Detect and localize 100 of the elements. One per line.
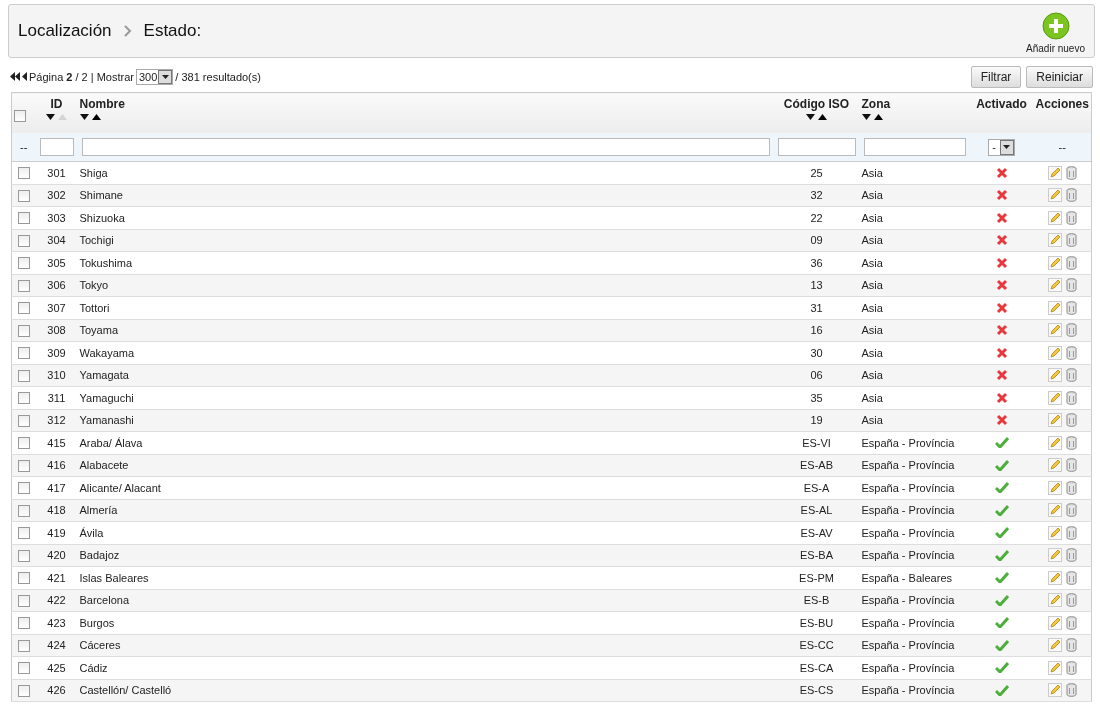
breadcrumb-item[interactable]: Localización [18, 21, 112, 41]
results-count: / 381 resultado(s) [175, 70, 261, 83]
zone-cell: Asia [861, 301, 883, 314]
name-cell: Tokushima [79, 256, 133, 269]
iso-code-cell: 22 [810, 211, 823, 224]
zone-cell: España - Província [861, 661, 955, 674]
zone-cell: España - Província [861, 594, 955, 607]
id-cell: 311 [47, 391, 66, 404]
id-cell: 421 [47, 571, 66, 584]
iso-code-cell: ES-VI [802, 436, 831, 449]
breadcrumb-item: Estado: [143, 21, 202, 41]
name-cell: Alabacete [79, 459, 129, 472]
column-header: Activado [975, 97, 1028, 111]
zone-cell: España - Província [861, 504, 955, 517]
iso-code-cell: 25 [810, 166, 823, 179]
zone-cell: Asia [861, 391, 883, 404]
iso-code-cell: 16 [810, 324, 823, 337]
iso-code-cell: ES-B [803, 594, 830, 607]
name-cell: Badajoz [79, 549, 120, 562]
zone-cell: Asia [861, 166, 883, 179]
name-cell: Cáceres [79, 639, 121, 652]
zone-cell: España - Província [861, 639, 955, 652]
iso-code-cell: 30 [810, 346, 823, 359]
name-cell: Yamanashi [79, 414, 134, 427]
id-cell: 417 [47, 481, 66, 494]
iso-code-cell: ES-CA [799, 661, 834, 674]
name-cell: Cádiz [79, 661, 108, 674]
zone-cell: España - Província [861, 616, 955, 629]
zone-cell: Asia [861, 189, 883, 202]
id-cell: 310 [47, 369, 66, 382]
id-cell: 415 [47, 436, 66, 449]
id-cell: 309 [47, 346, 66, 359]
name-cell: Barcelona [79, 594, 130, 607]
id-cell: 418 [47, 504, 66, 517]
name-cell: Shimane [79, 189, 123, 202]
id-cell: 301 [47, 166, 66, 179]
iso-code-cell: ES-PM [799, 571, 834, 584]
zone-cell: España - Província [861, 459, 955, 472]
id-cell: 312 [47, 414, 66, 427]
zone-cell: Asia [861, 369, 883, 382]
zone-cell: España - Província [861, 436, 955, 449]
name-cell: Tochigi [79, 234, 114, 247]
zone-cell: Asia [861, 234, 883, 247]
per-page-select[interactable]: 300 [136, 68, 174, 85]
add-new-link[interactable]: Añadir nuevo [1026, 43, 1085, 54]
id-cell: 308 [47, 324, 66, 337]
id-cell: 425 [47, 661, 66, 674]
name-cell: Yamagata [79, 369, 129, 382]
name-cell: Tottori [79, 301, 110, 314]
page-info: Página 2 / 2 | Mostrar [29, 70, 134, 83]
name-cell: Almería [79, 504, 118, 517]
name-cell: Burgos [79, 616, 115, 629]
id-cell: 426 [47, 684, 66, 697]
iso-code-cell: 09 [810, 234, 823, 247]
dash-text: -- [20, 141, 28, 153]
name-cell: Ávila [79, 526, 104, 539]
reset-button[interactable]: Reiniciar [1026, 65, 1093, 88]
id-cell: 416 [47, 459, 66, 472]
iso-code-cell: 31 [810, 301, 823, 314]
filter-button[interactable]: Filtrar [970, 65, 1022, 88]
id-cell: 422 [47, 594, 66, 607]
zone-cell: Asia [861, 279, 883, 292]
iso-code-cell: ES-BU [799, 616, 834, 629]
active-filter-select[interactable]: - [988, 138, 1015, 156]
iso-code-cell: ES-CC [799, 639, 834, 652]
id-cell: 306 [47, 279, 66, 292]
zone-cell: Asia [861, 414, 883, 427]
zone-cell: Asia [861, 256, 883, 269]
id-cell: 420 [47, 549, 66, 562]
id-cell: 304 [47, 234, 66, 247]
dash-text: -- [1058, 141, 1066, 153]
id-cell: 303 [47, 211, 66, 224]
column-header: Acciones [1035, 97, 1089, 111]
iso-code-cell: 13 [810, 279, 823, 292]
id-cell: 419 [47, 526, 66, 539]
zone-cell: España - Baleares [861, 571, 952, 584]
iso-code-cell: ES-AL [800, 504, 833, 517]
name-cell: Wakayama [79, 346, 135, 359]
id-cell: 424 [47, 639, 66, 652]
id-cell: 423 [47, 616, 66, 629]
iso-code-cell: ES-AB [800, 459, 833, 472]
name-cell: Shiga [79, 166, 108, 179]
iso-code-cell: 19 [810, 414, 823, 427]
name-cell: Araba/ Álava [79, 436, 143, 449]
id-cell: 307 [47, 301, 66, 314]
name-cell: Tokyo [79, 279, 109, 292]
name-cell: Shizuoka [79, 211, 125, 224]
iso-code-cell: ES-A [803, 481, 830, 494]
iso-code-cell: 06 [810, 369, 823, 382]
name-cell: Yamaguchi [79, 391, 134, 404]
iso-code-cell: 36 [810, 256, 823, 269]
zone-cell: Asia [861, 211, 883, 224]
name-cell: Alicante/ Alacant [79, 481, 161, 494]
zone-cell: España - Província [861, 526, 955, 539]
iso-code-cell: 35 [810, 391, 823, 404]
zone-cell: España - Província [861, 481, 955, 494]
name-cell: Islas Baleares [79, 571, 149, 584]
zone-cell: Asia [861, 324, 883, 337]
iso-code-cell: ES-BA [800, 549, 833, 562]
zone-cell: España - Província [861, 684, 955, 697]
